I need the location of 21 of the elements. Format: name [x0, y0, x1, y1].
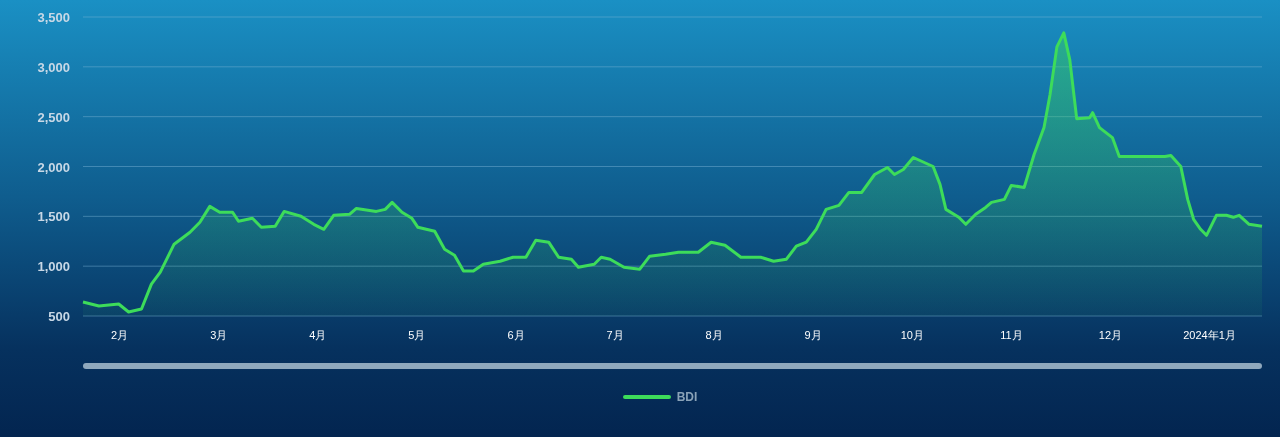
y-axis-label: 1,500	[37, 209, 70, 225]
x-axis-label: 2024年1月	[1183, 329, 1236, 341]
y-axis-label: 1,000	[37, 259, 70, 275]
x-axis-label: 11月	[1000, 329, 1023, 341]
x-axis-label: 9月	[804, 329, 822, 341]
y-axis-label: 3,000	[37, 59, 70, 75]
x-axis-label: 7月	[606, 329, 624, 341]
x-axis-label: 2月	[111, 329, 129, 341]
x-axis-label: 12月	[1098, 329, 1123, 341]
y-axis-label: 2,000	[37, 159, 70, 175]
y-axis-label: 2,500	[37, 109, 70, 125]
scrollbar[interactable]	[83, 363, 1262, 369]
x-axis-label: 5月	[408, 329, 426, 341]
x-axis-label: 10月	[900, 329, 924, 341]
x-axis-label: 6月	[507, 329, 525, 341]
x-axis-label: 3月	[210, 329, 228, 341]
x-axis-label: 4月	[309, 329, 327, 341]
y-axis-label: 3,500	[37, 10, 70, 25]
y-axis-label: 500	[48, 309, 70, 324]
x-axis-label: 8月	[705, 329, 723, 341]
legend-label[interactable]: BDI	[676, 390, 698, 404]
